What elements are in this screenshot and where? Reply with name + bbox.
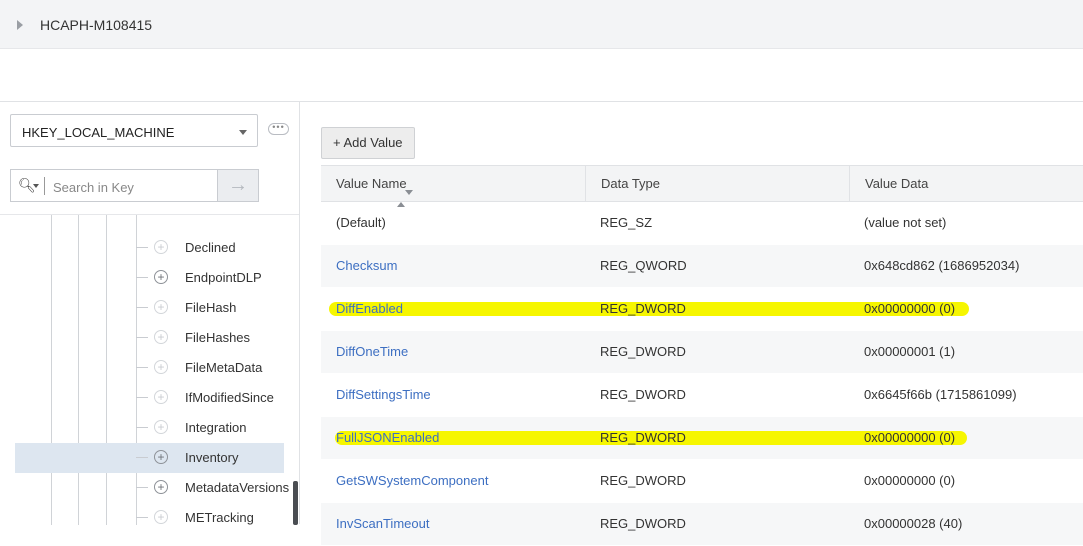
tree-item-metadataversions[interactable]: + MetadataVersions xyxy=(15,473,289,503)
tree-item-label: FileMetaData xyxy=(185,360,263,375)
expand-plus-icon[interactable]: + xyxy=(154,480,168,494)
column-header-value-data[interactable]: Value Data xyxy=(849,166,1083,201)
value-name: (Default) xyxy=(336,215,386,230)
tree-item-filemetadata[interactable]: + FileMetaData xyxy=(15,353,284,383)
add-value-label: Add Value xyxy=(343,135,403,150)
tree-item-label: FileHash xyxy=(185,300,237,315)
data-type: REG_QWORD xyxy=(600,258,687,273)
value-name-link[interactable]: DiffOneTime xyxy=(336,344,408,359)
plus-icon: + xyxy=(333,135,341,150)
column-header-label: Value Data xyxy=(865,176,929,191)
expand-plus-icon[interactable]: + xyxy=(154,270,168,284)
tree-item-endpointdlp[interactable]: + EndpointDLP xyxy=(15,263,284,293)
tree-item-filehash[interactable]: + FileHash xyxy=(15,293,284,323)
value-data: 0x00000000 (0) xyxy=(864,430,956,445)
search-options-dropdown-icon[interactable] xyxy=(33,184,39,188)
key-search-box: 🔍︎ xyxy=(10,169,218,202)
expand-arrow-icon[interactable] xyxy=(17,20,23,30)
column-header-label: Data Type xyxy=(601,176,661,191)
more-options-icon[interactable]: ••• xyxy=(268,123,289,135)
value-data: 0x00000000 (0) xyxy=(864,301,956,316)
column-header-label: Value Name xyxy=(336,176,407,191)
tree-item-label: IfModifiedSince xyxy=(185,390,274,405)
hive-select-value: HKEY_LOCAL_MACHINE xyxy=(22,125,175,140)
add-value-button[interactable]: + Add Value xyxy=(321,127,415,159)
table-row-highlighted[interactable]: FullJSONEnabled REG_DWORD 0x00000000 (0) xyxy=(321,417,1083,460)
value-name-link[interactable]: DiffEnabled xyxy=(336,301,403,316)
hive-select[interactable]: HKEY_LOCAL_MACHINE xyxy=(10,114,258,147)
machine-name: HCAPH-M108415 xyxy=(40,17,153,33)
tree-item-metracking[interactable]: + METracking xyxy=(15,503,284,525)
tree-item-label: FileHashes xyxy=(185,330,251,345)
expand-plus-icon[interactable]: + xyxy=(154,420,168,434)
tree-item-label: EndpointDLP xyxy=(185,270,262,285)
value-data: 0x00000001 (1) xyxy=(864,344,956,359)
value-name-link[interactable]: DiffSettingsTime xyxy=(336,387,431,402)
table-header: Value Name Data Type Value Data xyxy=(321,165,1083,210)
expand-plus-icon[interactable]: + xyxy=(154,450,168,464)
tree-scrollbar[interactable] xyxy=(293,481,298,525)
data-type: REG_DWORD xyxy=(600,301,686,316)
tree-item-label: Declined xyxy=(185,240,236,255)
expand-plus-icon[interactable]: + xyxy=(154,360,168,374)
tree-item-label: METracking xyxy=(185,510,254,525)
data-type: REG_DWORD xyxy=(600,473,686,488)
sort-icon[interactable] xyxy=(396,187,413,210)
column-header-data-type[interactable]: Data Type xyxy=(585,166,849,201)
tree-item-declined[interactable]: + Declined xyxy=(15,233,284,263)
tree-item-label: Inventory xyxy=(185,450,239,465)
value-data: 0x00000000 (0) xyxy=(864,473,956,488)
search-separator xyxy=(44,177,45,195)
tree-item-inventory[interactable]: + Inventory xyxy=(15,443,284,473)
machine-header[interactable]: HCAPH-M108415 xyxy=(0,0,1083,49)
tree-item-filehashes[interactable]: + FileHashes xyxy=(15,323,284,353)
value-name-link[interactable]: GetSWSystemComponent xyxy=(336,473,488,488)
tree-item-label: Integration xyxy=(185,420,247,435)
data-type: REG_DWORD xyxy=(600,344,686,359)
table-row[interactable]: InvScanTimeout REG_DWORD 0x00000028 (40) xyxy=(321,503,1083,546)
value-data: (value not set) xyxy=(864,215,947,230)
dropdown-arrow-icon[interactable] xyxy=(239,130,247,135)
data-type: REG_DWORD xyxy=(600,430,686,445)
table-row[interactable]: Checksum REG_QWORD 0x648cd862 (168695203… xyxy=(321,245,1083,288)
go-arrow-icon[interactable]: → xyxy=(218,169,259,202)
value-data: 0x648cd862 (1686952034) xyxy=(864,258,1020,273)
registry-tree-panel: HKEY_LOCAL_MACHINE ••• 🔍︎ → + Declined +… xyxy=(0,101,299,525)
table-row-highlighted[interactable]: DiffEnabled REG_DWORD 0x00000000 (0) xyxy=(321,288,1083,331)
expand-plus-icon[interactable]: + xyxy=(154,390,168,404)
tree-item-integration[interactable]: + Integration xyxy=(15,413,284,443)
expand-plus-icon[interactable]: + xyxy=(154,300,168,314)
expand-plus-icon[interactable]: + xyxy=(154,240,168,254)
table-row[interactable]: DiffOneTime REG_DWORD 0x00000001 (1) xyxy=(321,331,1083,374)
column-header-value-name[interactable]: Value Name xyxy=(321,166,585,210)
tree-item-label: MetadataVersions xyxy=(185,480,290,495)
values-panel: + Add Value Value Name Data Type Value D… xyxy=(299,101,1083,546)
data-type: REG_DWORD xyxy=(600,387,686,402)
search-input[interactable] xyxy=(51,176,215,198)
values-table: Value Name Data Type Value Data (Default… xyxy=(321,165,1083,546)
value-name-link[interactable]: FullJSONEnabled xyxy=(336,430,439,445)
registry-tree: + Declined + EndpointDLP + FileHash + Fi… xyxy=(0,215,299,525)
table-row[interactable]: DiffSettingsTime REG_DWORD 0x6645f66b (1… xyxy=(321,374,1083,417)
tree-item-ifmodifiedsince[interactable]: + IfModifiedSince xyxy=(15,383,284,413)
value-data: 0x6645f66b (1715861099) xyxy=(864,387,1017,402)
expand-plus-icon[interactable]: + xyxy=(154,330,168,344)
table-row[interactable]: GetSWSystemComponent REG_DWORD 0x0000000… xyxy=(321,460,1083,503)
value-name-link[interactable]: Checksum xyxy=(336,258,397,273)
table-row[interactable]: (Default) REG_SZ (value not set) xyxy=(321,202,1083,245)
data-type: REG_SZ xyxy=(600,215,653,230)
expand-plus-icon[interactable]: + xyxy=(154,510,168,524)
